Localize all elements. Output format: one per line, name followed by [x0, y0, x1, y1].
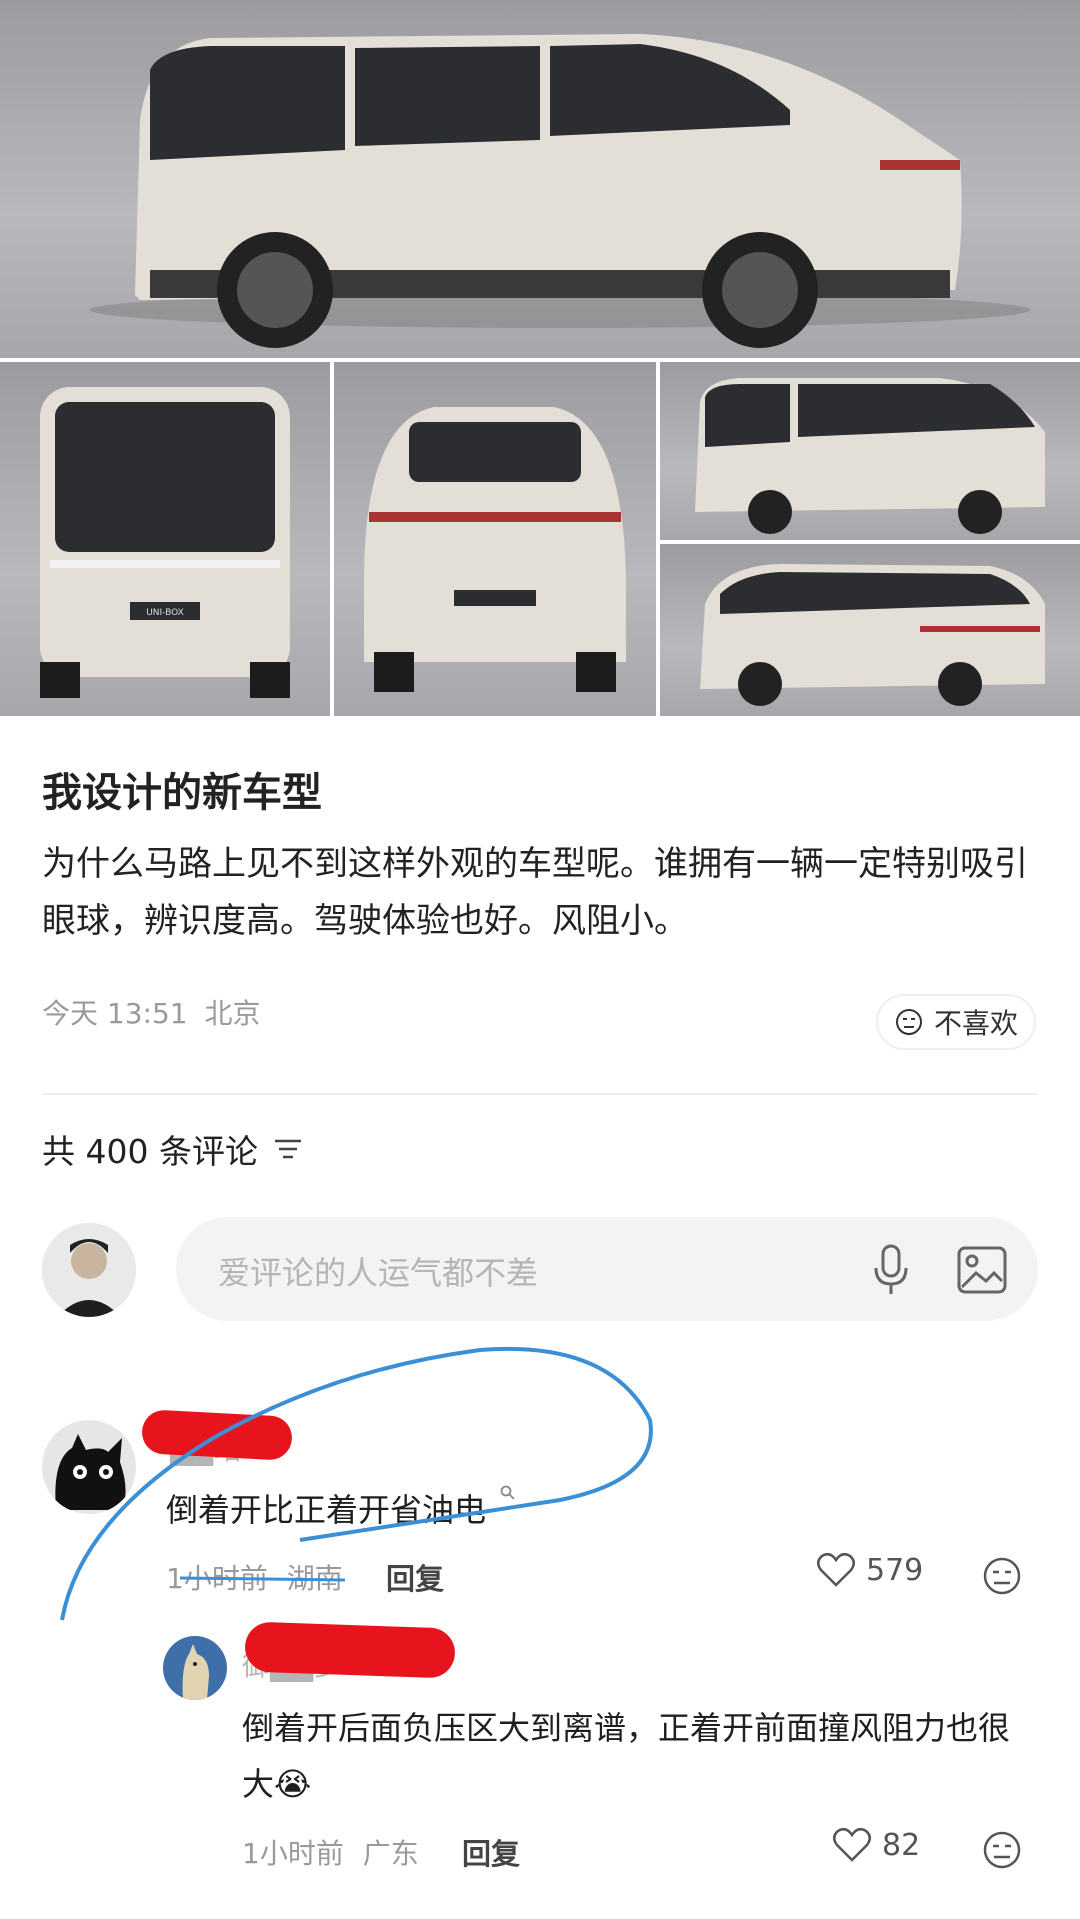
- meh-face-icon: [895, 1009, 922, 1035]
- divider: [42, 1093, 1038, 1095]
- car-front-illustration: UNI-BOX: [40, 387, 290, 698]
- reply-meta: 1小时前 广东: [242, 1832, 419, 1872]
- reply-text-content: 倒着开后面负压区大到离谱，正着开前面撞风阻力也很大: [242, 1709, 1011, 1803]
- car-side-illustration-small-2: [700, 564, 1045, 706]
- car-side-photo[interactable]: [0, 0, 1080, 358]
- post-location: 北京: [204, 997, 261, 1030]
- dislike-button[interactable]: 不喜欢: [876, 994, 1036, 1050]
- car-rear-illustration: [364, 407, 626, 692]
- current-user-avatar[interactable]: [42, 1223, 136, 1317]
- reply-button[interactable]: 回复: [462, 1831, 520, 1873]
- reply-location: 广东: [362, 1837, 419, 1870]
- car-side-illustration: [90, 34, 1030, 348]
- image-icon[interactable]: [956, 1245, 1008, 1295]
- meh-face-icon[interactable]: [982, 1830, 1022, 1870]
- like-count: 82: [882, 1827, 921, 1863]
- search-icon[interactable]: [500, 1485, 516, 1501]
- comment-avatar[interactable]: [42, 1420, 136, 1514]
- crying-emoji-icon: 😭: [274, 1765, 312, 1803]
- meh-face-icon[interactable]: [982, 1556, 1022, 1596]
- heart-icon: [817, 1552, 855, 1587]
- comment-location: 湖南: [286, 1562, 343, 1595]
- post-time: 今天 13:51: [42, 997, 188, 1030]
- reply-avatar[interactable]: [163, 1636, 227, 1700]
- dislike-label: 不喜欢: [933, 1007, 1018, 1040]
- like-button[interactable]: 82: [832, 1827, 920, 1863]
- comment-text-content: 倒着开比正着开省油电: [166, 1491, 487, 1529]
- reply-text: 倒着开后面负压区大到离谱，正着开前面撞风阻力也很大😭: [242, 1700, 1032, 1812]
- comment-time: 1小时前: [166, 1562, 268, 1595]
- car-side-photo-right[interactable]: [660, 544, 1080, 716]
- username-redaction: [244, 1621, 456, 1679]
- microphone-icon[interactable]: [870, 1242, 912, 1298]
- reply-button[interactable]: 回复: [386, 1556, 444, 1598]
- car-rear-photo[interactable]: [334, 362, 656, 716]
- user-portrait: [42, 1223, 136, 1317]
- horse-avatar-image: [163, 1636, 227, 1700]
- username-redaction: [140, 1409, 294, 1461]
- like-button[interactable]: 579: [816, 1552, 923, 1588]
- car-side-photo-left[interactable]: [660, 362, 1080, 540]
- comment-input-placeholder: 爱评论的人运气都不差: [218, 1254, 539, 1292]
- reply-time: 1小时前: [242, 1837, 344, 1870]
- post-title: 我设计的新车型: [42, 770, 322, 816]
- like-count: 579: [866, 1552, 924, 1588]
- comment-meta: 1小时前 湖南: [166, 1557, 343, 1597]
- post-meta: 今天 13:51 北京: [42, 992, 261, 1032]
- sort-icon[interactable]: [272, 1135, 304, 1163]
- car-side-illustration-small: [695, 378, 1045, 534]
- car-front-photo[interactable]: UNI-BOX: [0, 362, 330, 716]
- heart-icon: [833, 1827, 871, 1862]
- comment-count: 共 400 条评论: [42, 1132, 258, 1171]
- badge-text: UNI-BOX: [146, 608, 184, 618]
- comment-count-header[interactable]: 共 400 条评论: [42, 1125, 304, 1173]
- post-body: 为什么马路上见不到这样外观的车型呢。谁拥有一辆一定特别吸引眼球，辨识度高。驾驶体…: [42, 844, 1028, 941]
- comment-text: 倒着开比正着开省油电: [166, 1485, 516, 1531]
- cat-avatar-image: [42, 1420, 136, 1514]
